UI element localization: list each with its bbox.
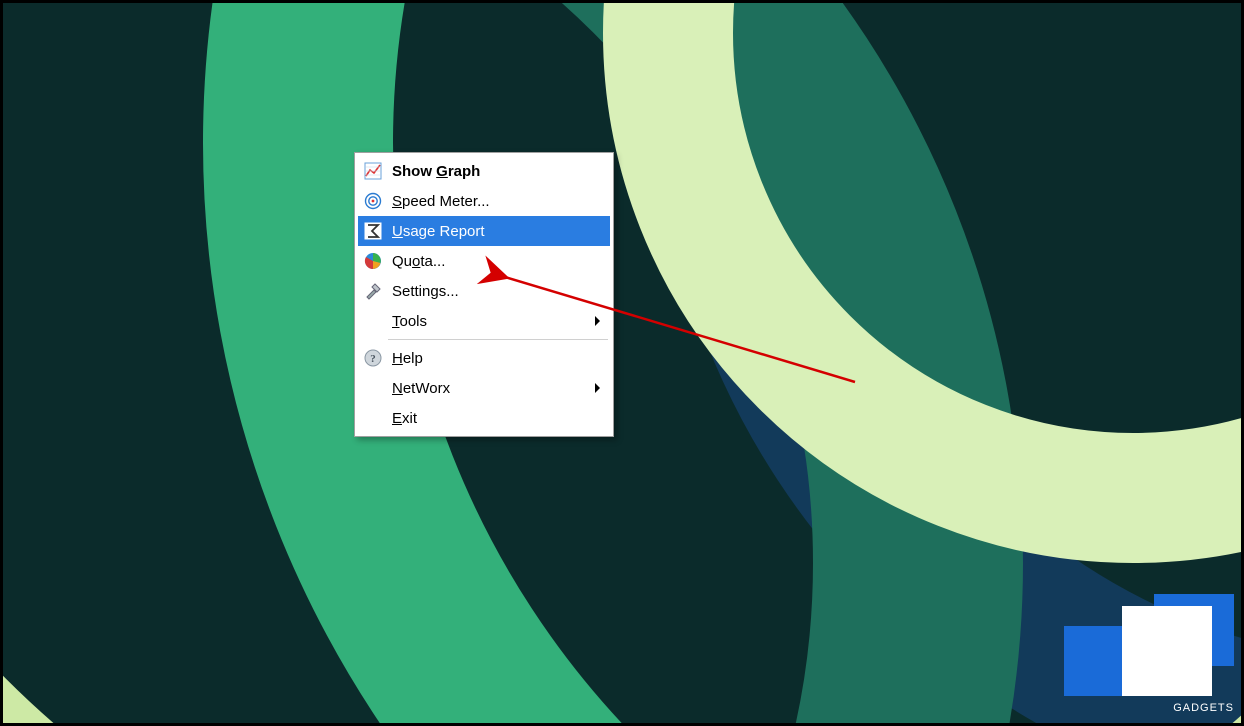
menu-item-help[interactable]: ? Help <box>358 343 610 373</box>
menu-item-exit[interactable]: Exit <box>358 403 610 433</box>
menu-item-label: Speed Meter... <box>386 193 606 210</box>
menu-item-networx[interactable]: NetWorx <box>358 373 610 403</box>
menu-item-settings[interactable]: Settings... <box>358 276 610 306</box>
watermark-logo: GADGETS <box>1034 594 1234 714</box>
menu-item-label: NetWorx <box>386 380 595 397</box>
menu-item-label: Usage Report <box>386 223 606 240</box>
menu-separator <box>388 339 608 340</box>
menu-item-label: Show Graph <box>386 163 606 180</box>
submenu-arrow-icon <box>595 383 600 393</box>
menu-item-speed-meter[interactable]: Speed Meter... <box>358 186 610 216</box>
menu-item-quota[interactable]: Quota... <box>358 246 610 276</box>
pie-icon <box>360 252 386 270</box>
graph-icon <box>360 162 386 180</box>
menu-item-tools[interactable]: Tools <box>358 306 610 336</box>
menu-item-usage-report[interactable]: Usage Report <box>358 216 610 246</box>
menu-item-show-graph[interactable]: Show Graph <box>358 156 610 186</box>
menu-item-label: Tools <box>386 313 595 330</box>
submenu-arrow-icon <box>595 316 600 326</box>
tools-icon <box>360 282 386 300</box>
target-icon <box>360 192 386 210</box>
svg-text:?: ? <box>370 353 376 365</box>
sigma-icon <box>360 222 386 240</box>
tray-context-menu: Show Graph Speed Meter... Usage Report Quot… <box>354 152 614 437</box>
help-icon: ? <box>360 349 386 367</box>
menu-item-label: Help <box>386 350 606 367</box>
menu-item-label: Settings... <box>386 283 606 300</box>
menu-item-label: Exit <box>386 410 606 427</box>
watermark-text: GADGETS <box>1173 702 1234 714</box>
menu-item-label: Quota... <box>386 253 606 270</box>
